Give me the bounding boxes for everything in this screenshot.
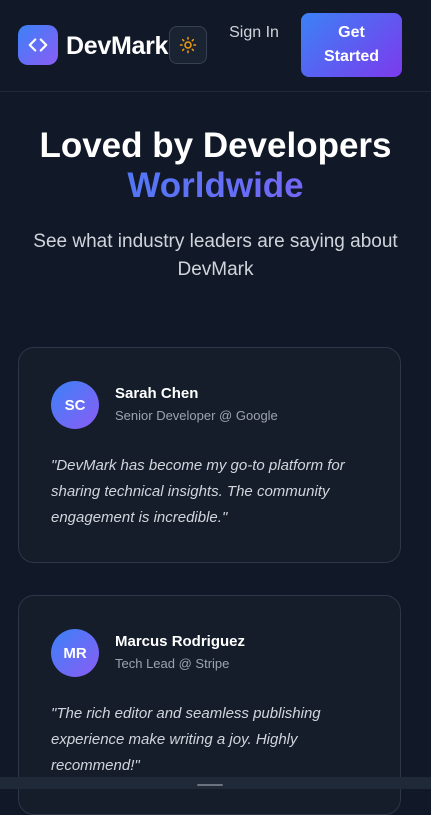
author-role: Senior Developer @ Google: [115, 408, 278, 423]
get-started-button[interactable]: Get Started: [301, 13, 402, 77]
avatar: MR: [51, 629, 99, 677]
top-navbar: DevMark Sign In Get Started: [0, 0, 431, 92]
code-brackets-icon: [28, 38, 48, 52]
home-indicator[interactable]: [197, 784, 223, 786]
logo[interactable]: [18, 25, 58, 65]
hero-title: Loved by Developers Worldwide: [0, 126, 431, 206]
bottom-system-bar: [0, 777, 431, 789]
hero-title-line1: Loved by Developers: [39, 126, 392, 165]
brand-name[interactable]: DevMark: [66, 30, 168, 62]
hero-subtitle: See what industry leaders are saying abo…: [33, 231, 398, 280]
author-role: Tech Lead @ Stripe: [115, 656, 230, 671]
author-name: Marcus Rodriguez: [115, 633, 246, 650]
hero-title-highlight: Worldwide: [0, 166, 431, 206]
testimonial-quote: "The rich editor and seamless publishing…: [51, 705, 321, 774]
testimonial-quote: "DevMark has become my go-to platform fo…: [51, 457, 345, 526]
sun-icon: [179, 36, 197, 54]
sign-in-link[interactable]: Sign In: [226, 21, 282, 45]
testimonial-card: SC Sarah Chen Senior Developer @ Google …: [18, 347, 401, 563]
avatar: SC: [51, 381, 99, 429]
theme-toggle-button[interactable]: [169, 26, 207, 64]
author-name: Sarah Chen: [115, 385, 199, 402]
